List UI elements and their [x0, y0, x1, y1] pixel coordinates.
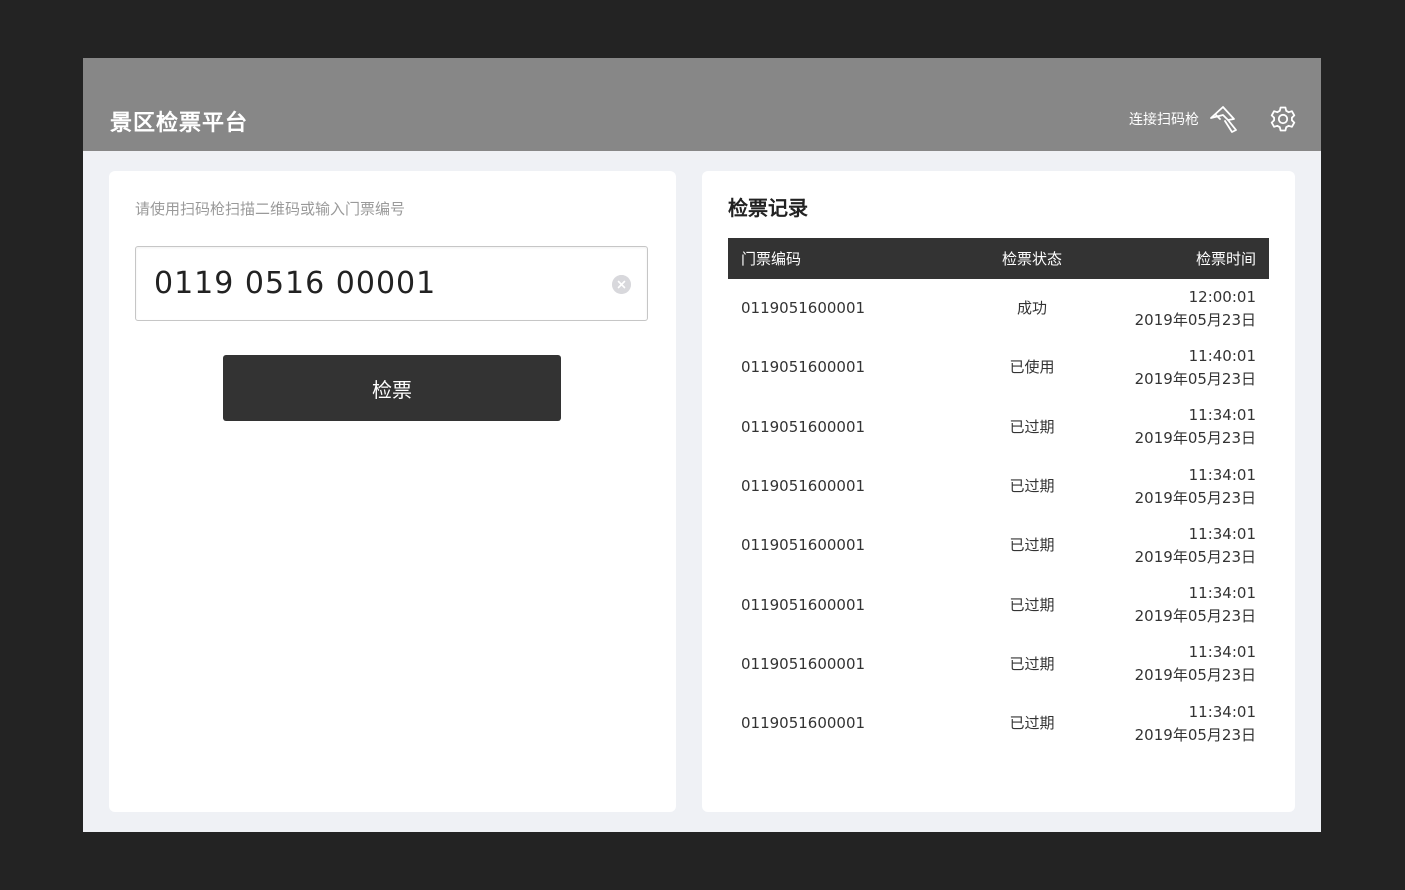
- check-time-cell: 11:34:01 2019年05月23日: [1120, 694, 1269, 753]
- column-header-code: 门票编码: [728, 238, 944, 279]
- header-bar: 景区检票平台 连接扫码枪: [83, 58, 1321, 151]
- check-date: 2019年05月23日: [1134, 725, 1256, 744]
- check-time: 11:34:01: [1188, 643, 1256, 662]
- check-date: 2019年05月23日: [1134, 429, 1256, 448]
- check-time: 12:00:01: [1188, 287, 1256, 306]
- check-date: 2019年05月23日: [1134, 310, 1256, 329]
- app-title: 景区检票平台: [110, 111, 249, 136]
- records-header-row: 门票编码 检票状态 检票时间: [728, 238, 1269, 279]
- ticket-code-cell: 0119051600001: [741, 477, 866, 496]
- ticket-number-input[interactable]: [154, 247, 594, 320]
- check-date: 2019年05月23日: [1134, 488, 1256, 507]
- records-panel: 检票记录 门票编码 检票状态 检票时间 0119051600001 成功 12:00…: [702, 171, 1295, 812]
- table-row: 0119051600001 已过期 11:34:01 2019年05月23日: [728, 694, 1269, 753]
- table-row: 0119051600001 已使用 11:40:01 2019年05月23日: [728, 338, 1269, 397]
- check-status-cell: 已过期: [1009, 654, 1055, 673]
- check-status-cell: 已过期: [1009, 477, 1055, 496]
- check-time-cell: 11:40:01 2019年05月23日: [1120, 338, 1269, 397]
- ticket-code-cell: 0119051600001: [741, 358, 866, 377]
- column-header-status: 检票状态: [944, 238, 1120, 279]
- check-status-cell: 成功: [1016, 299, 1047, 318]
- gear-icon[interactable]: [1269, 105, 1297, 133]
- connect-scanner-label: 连接扫码枪: [1129, 112, 1199, 128]
- check-status-cell: 已使用: [1009, 358, 1055, 377]
- ticket-code-cell: 0119051600001: [741, 714, 866, 733]
- check-time: 11:34:01: [1188, 584, 1256, 603]
- table-row: 0119051600001 已过期 11:34:01 2019年05月23日: [728, 575, 1269, 634]
- check-ticket-button[interactable]: 检票: [223, 355, 561, 421]
- table-row: 0119051600001 已过期 11:34:01 2019年05月23日: [728, 516, 1269, 575]
- ticket-code-cell: 0119051600001: [741, 536, 866, 555]
- check-time: 11:34:01: [1188, 524, 1256, 543]
- table-row: 0119051600001 已过期 11:34:01 2019年05月23日: [728, 635, 1269, 694]
- check-status-cell: 已过期: [1009, 417, 1055, 436]
- check-time-cell: 11:34:01 2019年05月23日: [1120, 457, 1269, 516]
- check-time-cell: 11:34:01 2019年05月23日: [1120, 398, 1269, 457]
- ticket-input-box: [135, 246, 648, 321]
- check-date: 2019年05月23日: [1134, 547, 1256, 566]
- check-time-cell: 12:00:01 2019年05月23日: [1120, 279, 1269, 338]
- check-date: 2019年05月23日: [1134, 607, 1256, 626]
- ticket-code-cell: 0119051600001: [741, 595, 866, 614]
- check-time: 11:40:01: [1188, 346, 1256, 365]
- app-window: 景区检票平台 连接扫码枪 请使用扫码枪扫描二维码或输入门票编号 检票 检票记录: [83, 58, 1321, 832]
- scan-hint-text: 请使用扫码枪扫描二维码或输入门票编号: [135, 200, 406, 218]
- table-row: 0119051600001 已过期 11:34:01 2019年05月23日: [728, 457, 1269, 516]
- check-time: 11:34:01: [1188, 406, 1256, 425]
- ticket-code-cell: 0119051600001: [741, 299, 866, 318]
- check-time-cell: 11:34:01 2019年05月23日: [1120, 635, 1269, 694]
- check-time: 11:34:01: [1188, 465, 1256, 484]
- check-date: 2019年05月23日: [1134, 666, 1256, 685]
- records-table: 门票编码 检票状态 检票时间 0119051600001 成功 12:00:01 20…: [728, 238, 1269, 753]
- connect-scanner-button[interactable]: 连接扫码枪: [1129, 104, 1241, 134]
- records-body: 0119051600001 成功 12:00:01 2019年05月23日 011905…: [728, 279, 1269, 753]
- check-status-cell: 已过期: [1009, 595, 1055, 614]
- ticket-code-cell: 0119051600001: [741, 654, 866, 673]
- table-row: 0119051600001 已过期 11:34:01 2019年05月23日: [728, 398, 1269, 457]
- column-header-time: 检票时间: [1120, 238, 1269, 279]
- records-title: 检票记录: [728, 196, 808, 220]
- check-time: 11:34:01: [1188, 702, 1256, 721]
- ticket-check-panel: 请使用扫码枪扫描二维码或输入门票编号 检票: [109, 171, 676, 812]
- check-status-cell: 已过期: [1009, 714, 1055, 733]
- table-row: 0119051600001 成功 12:00:01 2019年05月23日: [728, 279, 1269, 338]
- check-status-cell: 已过期: [1009, 536, 1055, 555]
- ticket-code-cell: 0119051600001: [741, 417, 866, 436]
- scanner-gun-icon: [1210, 106, 1237, 133]
- check-date: 2019年05月23日: [1134, 369, 1256, 388]
- check-time-cell: 11:34:01 2019年05月23日: [1120, 575, 1269, 634]
- check-time-cell: 11:34:01 2019年05月23日: [1120, 516, 1269, 575]
- clear-icon[interactable]: [612, 275, 631, 294]
